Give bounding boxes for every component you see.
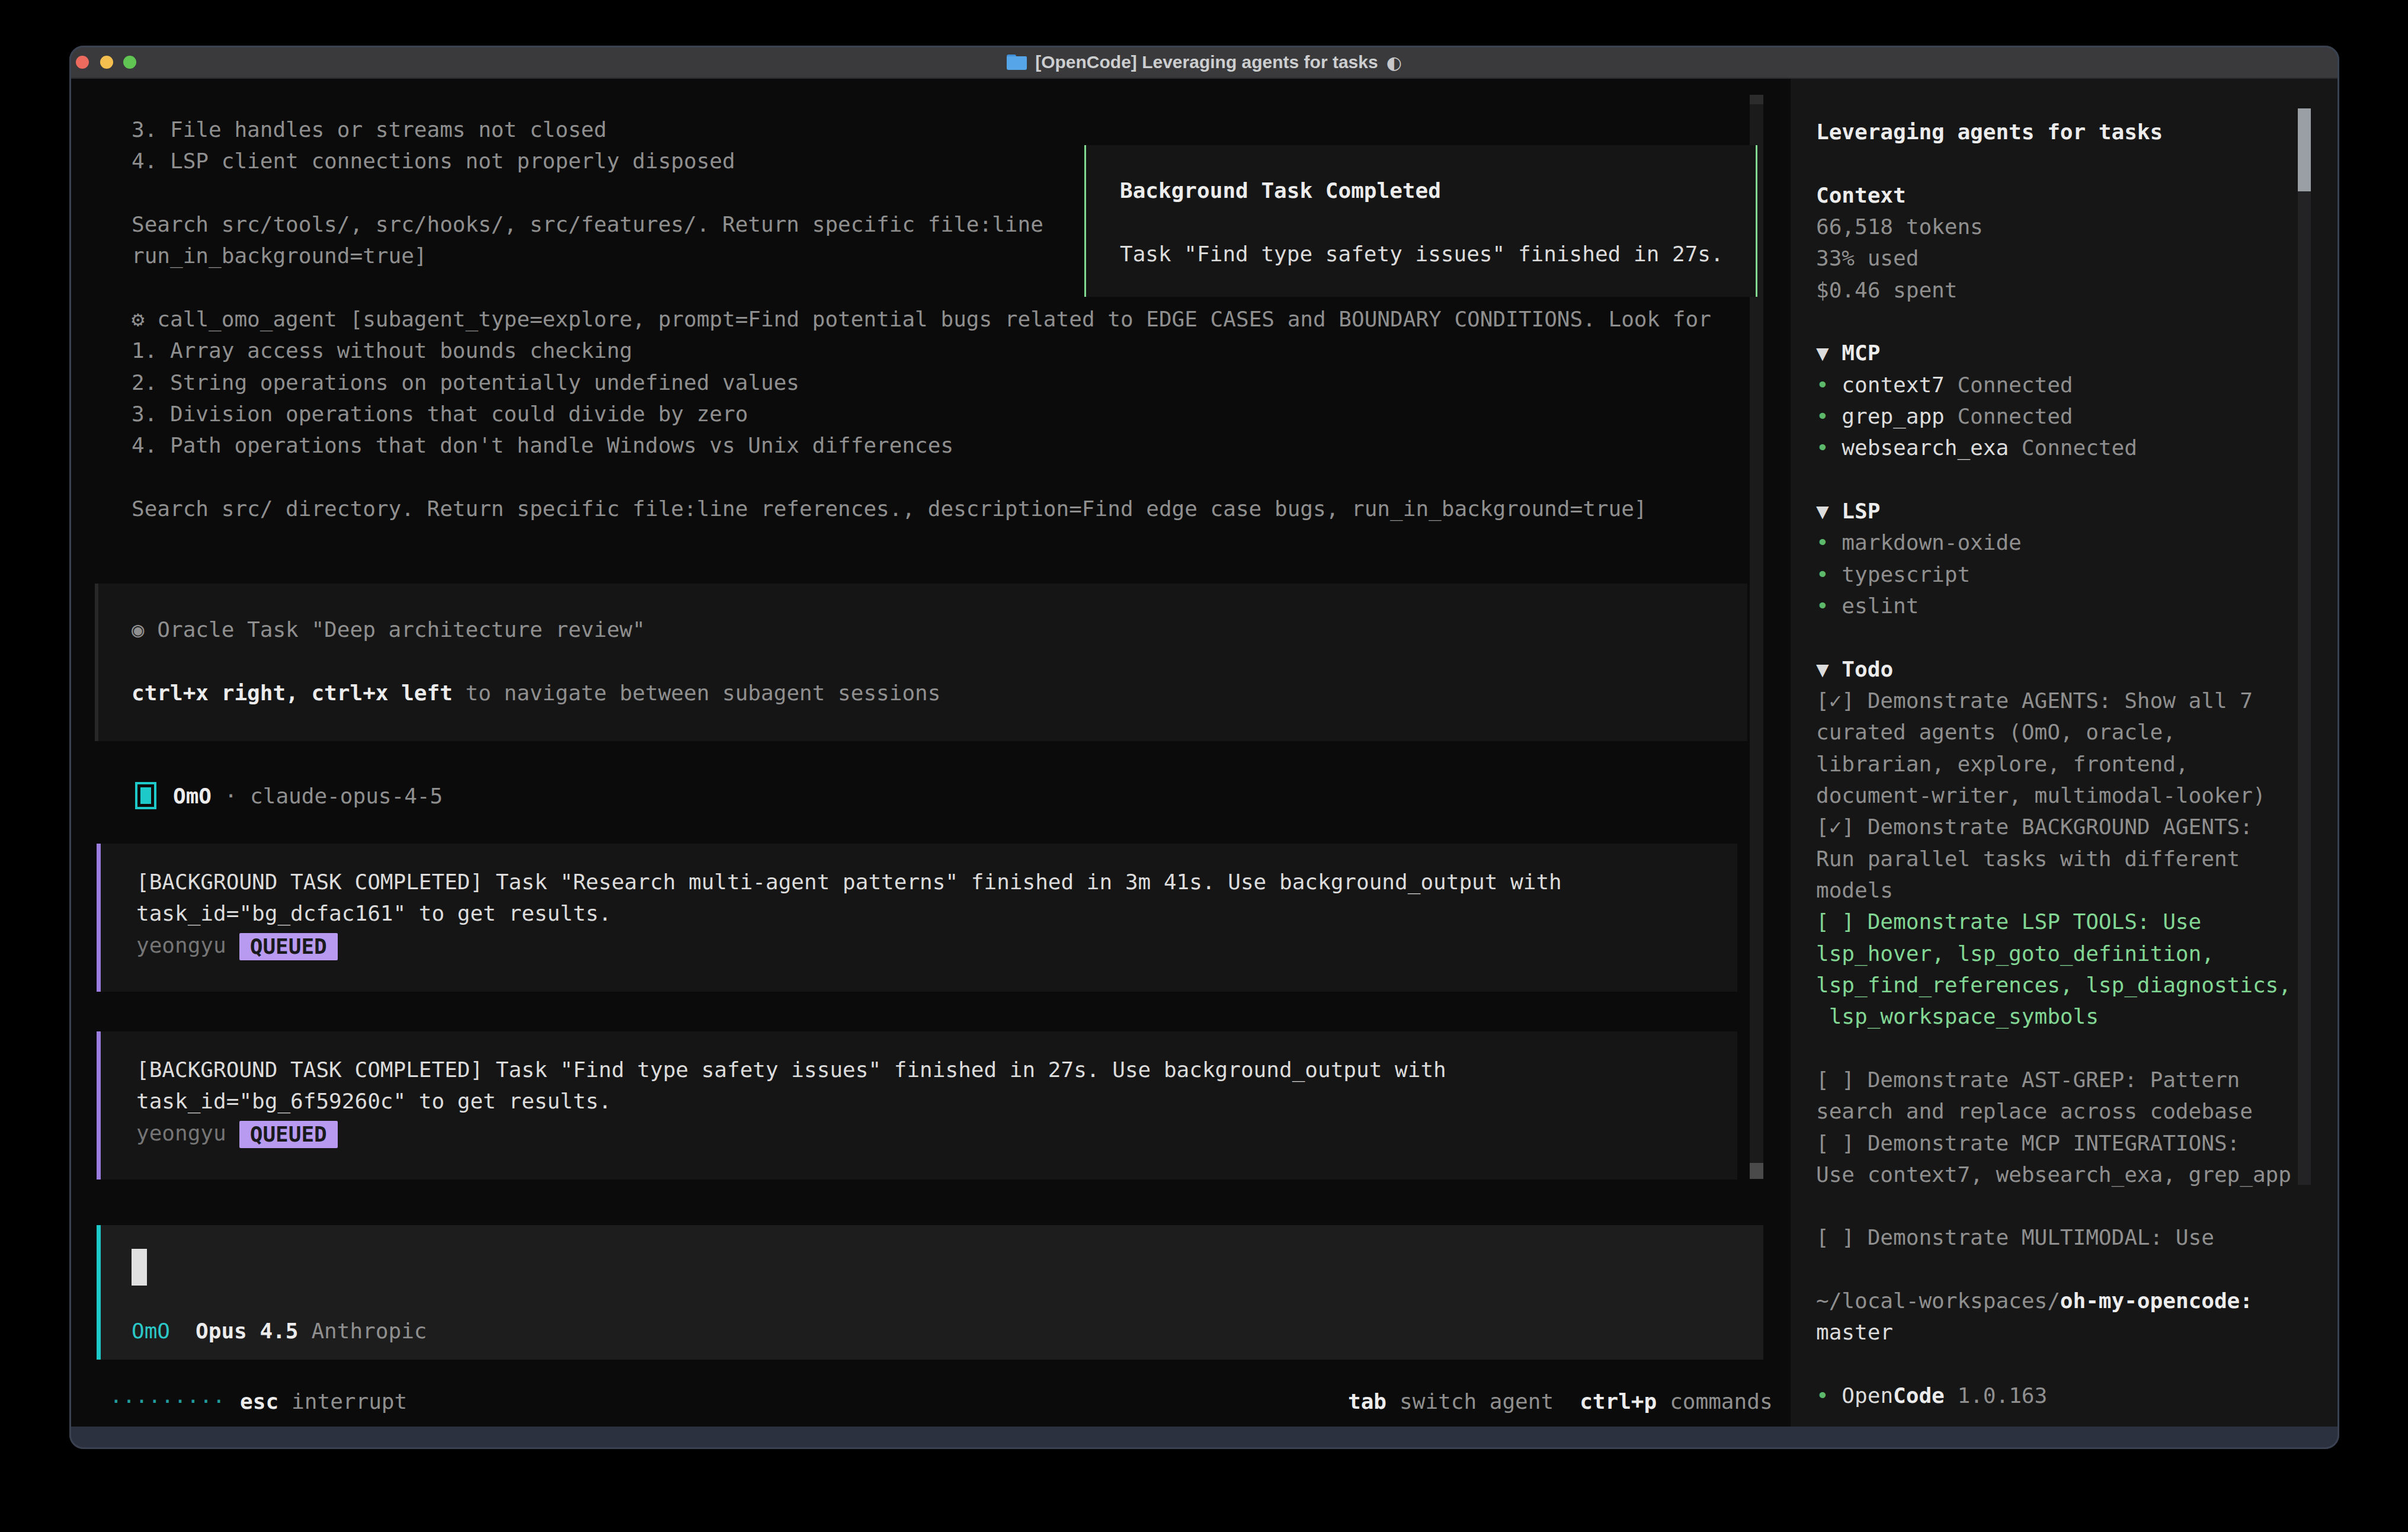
text-line: [1816, 1348, 2291, 1380]
text-line: [ ] Demonstrate MCP INTEGRATIONS:: [1816, 1127, 2291, 1159]
text-line: models: [1816, 874, 2291, 906]
text-line: Search src/ directory. Return specific f…: [132, 493, 1711, 524]
message-line: [BACKGROUND TASK COMPLETED] Task "Find t…: [136, 1054, 1737, 1085]
agent-header: OmO · claude-opus-4-5: [135, 781, 443, 810]
text-line: 3. Division operations that could divide…: [132, 398, 1711, 430]
window-title: [OpenCode] Leveraging agents for tasks ◐: [69, 46, 2339, 79]
notification-body: Task "Find type safety issues" finished …: [1120, 238, 1756, 270]
message-line: task_id="bg_6f59260c" to get results.: [136, 1085, 1737, 1117]
omo-agent-icon: [135, 782, 156, 809]
text-line: search and replace across codebase: [1816, 1095, 2291, 1127]
sidebar-content: Leveraging agents for tasks Context66,518…: [1816, 116, 2291, 1411]
text-line: • markdown-oxide: [1816, 527, 2291, 558]
text-line: ⚙ call_omo_agent [subagent_type=explore,…: [132, 303, 1711, 335]
text-line: [1816, 464, 2291, 495]
text-line: • eslint: [1816, 590, 2291, 621]
message-line: [BACKGROUND TASK COMPLETED] Task "Resear…: [136, 866, 1737, 898]
text-line: • context7 Connected: [1816, 369, 2291, 400]
status-badge: QUEUED: [239, 933, 338, 960]
esc-key: esc: [240, 1389, 278, 1414]
message-line: task_id="bg_dcfac161" to get results.: [136, 898, 1737, 929]
folder-icon: [1007, 55, 1027, 70]
text-line: 33% used: [1816, 242, 2291, 274]
text-line: librarian, explore, frontend,: [1816, 748, 2291, 780]
notification-title: Background Task Completed: [1120, 175, 1756, 206]
notification-background-task: Background Task Completed Task "Find type…: [1084, 145, 1757, 297]
agent-separator: ·: [212, 784, 250, 808]
text-line: [ ] Demonstrate MULTIMODAL: Use: [1816, 1222, 2291, 1253]
sidebar-scrollbar-thumb[interactable]: [2298, 108, 2311, 191]
window-titlebar[interactable]: [OpenCode] Leveraging agents for tasks ◐: [69, 46, 2339, 79]
sidebar-scrollbar[interactable]: [2298, 108, 2311, 1185]
background-task-message: [BACKGROUND TASK COMPLETED] Task "Resear…: [97, 844, 1737, 992]
text-line: ▼ MCP: [1816, 337, 2291, 368]
oracle-task-panel[interactable]: ◉ Oracle Task "Deep architecture review"…: [95, 584, 1747, 741]
text-line: [1816, 148, 2291, 179]
esc-label: interrupt: [292, 1389, 407, 1414]
text-line: 1. Array access without bounds checking: [132, 335, 1711, 366]
text-line: curated agents (OmO, oracle,: [1816, 716, 2291, 748]
agent-model: claude-opus-4-5: [250, 784, 443, 808]
status-left: ········· esc interrupt: [110, 1386, 407, 1417]
text-line: master: [1816, 1316, 2291, 1348]
prompt-input[interactable]: OmO Opus 4.5 Anthropic: [97, 1225, 1763, 1360]
tab-key: tab: [1348, 1389, 1386, 1414]
text-line: [1816, 1190, 2291, 1222]
ctrlp-key: ctrl+p: [1580, 1389, 1657, 1414]
text-line: Run parallel tasks with different: [1816, 843, 2291, 874]
desktop: 3. File handles or streams not closed 4. …: [0, 0, 2408, 1532]
main-scrollbar-thumb[interactable]: [1750, 1163, 1763, 1179]
spinner-dots: ·········: [110, 1389, 225, 1414]
message-author: yeongyu: [136, 1121, 226, 1145]
input-agent: OmO: [132, 1319, 170, 1343]
text-line: 4. Path operations that don't handle Win…: [132, 430, 1711, 461]
half-circle-icon: ◐: [1386, 52, 1402, 73]
main-scrollbar-thumb-top[interactable]: [1750, 95, 1763, 104]
text-line: [132, 461, 1711, 493]
ctrlp-label: commands: [1670, 1389, 1772, 1414]
text-line: ▼ LSP: [1816, 495, 2291, 527]
text-line: [✓] Demonstrate AGENTS: Show all 7: [1816, 685, 2291, 716]
text-line: [✓] Demonstrate BACKGROUND AGENTS:: [1816, 811, 2291, 842]
text-line: Context: [1816, 180, 2291, 211]
text-line: 2. String operations on potentially unde…: [132, 367, 1711, 398]
text-line: ◉ Oracle Task "Deep architecture review": [132, 614, 1747, 645]
text-line: Use context7, websearch_exa, grep_app: [1816, 1159, 2291, 1190]
text-line: [1816, 1254, 2291, 1285]
window-bottom-bar: [69, 1427, 2339, 1449]
text-line: [1816, 306, 2291, 337]
status-right: tab switch agent ctrl+p commands: [1348, 1386, 1773, 1417]
text-line: [1816, 621, 2291, 653]
text-line: [132, 645, 1747, 677]
status-badge: QUEUED: [239, 1121, 338, 1148]
text-line: • grep_app Connected: [1816, 400, 2291, 432]
message-author: yeongyu: [136, 933, 226, 957]
text-line: [ ] Demonstrate AST-GREP: Pattern: [1816, 1064, 2291, 1095]
text-line: ~/local-workspaces/oh-my-opencode:: [1816, 1285, 2291, 1316]
text-cursor: [132, 1249, 147, 1286]
text-line: 66,518 tokens: [1816, 211, 2291, 242]
text-line: document-writer, multimodal-looker): [1816, 780, 2291, 811]
window-title-text: [OpenCode] Leveraging agents for tasks: [1035, 52, 1378, 72]
text-line: $0.46 spent: [1816, 274, 2291, 306]
text-line: ▼ Todo: [1816, 653, 2291, 685]
terminal-window: 3. File handles or streams not closed 4. …: [69, 46, 2339, 1449]
text-line: ctrl+x right, ctrl+x left to navigate be…: [132, 677, 1747, 709]
text-line: lsp_find_references, lsp_diagnostics,: [1816, 969, 2291, 1001]
tab-label: switch agent: [1400, 1389, 1554, 1414]
text-line: • websearch_exa Connected: [1816, 432, 2291, 463]
text-line: [ ] Demonstrate LSP TOOLS: Use: [1816, 906, 2291, 937]
input-model: Opus 4.5: [196, 1319, 298, 1343]
text-line: 3. File handles or streams not closed: [132, 114, 1711, 145]
text-line: lsp_hover, lsp_goto_definition,: [1816, 938, 2291, 969]
text-line: lsp_workspace_symbols: [1816, 1001, 2291, 1032]
background-task-message: [BACKGROUND TASK COMPLETED] Task "Find t…: [97, 1031, 1737, 1180]
text-line: • typescript: [1816, 559, 2291, 590]
input-provider: Anthropic: [311, 1319, 427, 1343]
text-line: • OpenCode 1.0.163: [1816, 1380, 2291, 1411]
input-modeline: OmO Opus 4.5 Anthropic: [132, 1315, 427, 1347]
text-line: Leveraging agents for tasks: [1816, 116, 2291, 148]
agent-name: OmO: [173, 784, 212, 808]
text-line: [1816, 1033, 2291, 1064]
